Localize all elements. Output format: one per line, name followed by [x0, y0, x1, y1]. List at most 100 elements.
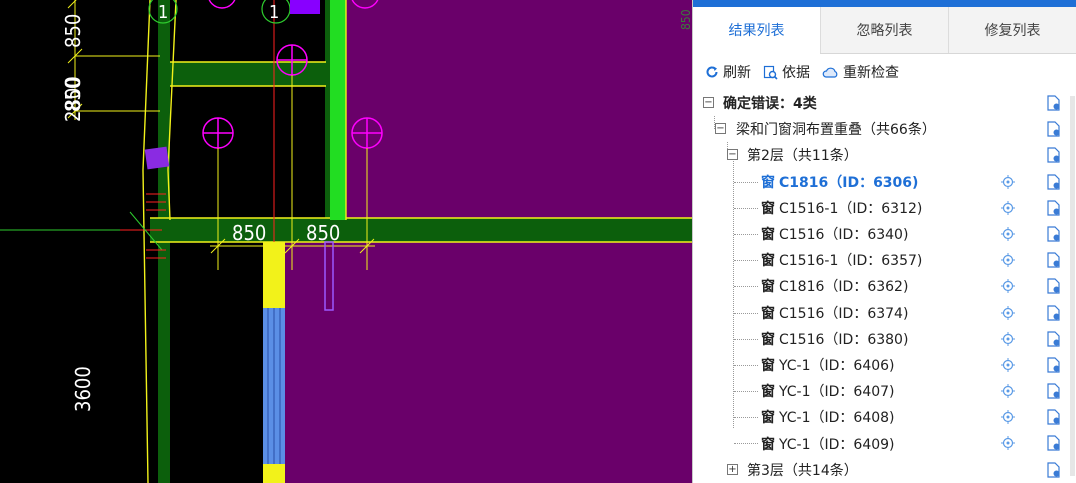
- tree-item-window[interactable]: 窗 C1516（ID：6374): [693, 300, 1076, 326]
- report-icon[interactable]: [1046, 278, 1061, 294]
- tree-root-label: 确定错误：4类: [723, 96, 817, 113]
- collapse-icon[interactable]: −: [727, 149, 738, 161]
- tree-item-text: YC-1（ID：6406): [779, 357, 895, 374]
- tree-item-window[interactable]: 窗 C1516（ID：6340): [693, 221, 1076, 247]
- tree-item-window[interactable]: 窗 C1516-1（ID：6357): [693, 247, 1076, 273]
- window-type-icon: 窗: [761, 174, 775, 191]
- tree-item-text: C1816（ID：6362): [779, 279, 909, 296]
- locate-crosshair-icon[interactable]: [1001, 384, 1015, 399]
- cloud-icon: [822, 67, 838, 78]
- report-icon[interactable]: [1046, 409, 1061, 425]
- report-icon[interactable]: [1046, 435, 1061, 452]
- recheck-button[interactable]: 重新检查: [822, 62, 899, 82]
- tab-repair-list[interactable]: 修复列表: [948, 7, 1076, 53]
- basis-button[interactable]: 依据: [763, 62, 810, 82]
- locate-crosshair-icon[interactable]: [1001, 410, 1015, 425]
- report-icon[interactable]: [1046, 357, 1061, 373]
- result-panel: 结果列表 忽略列表 修复列表 刷新 依据 重新检查 − 确定错误：4类 − 梁和…: [692, 0, 1076, 483]
- tree-item-text: C1516（ID：6380): [779, 331, 909, 348]
- small-column-purple: [144, 146, 170, 170]
- vertical-scrollbar[interactable]: [1070, 96, 1075, 476]
- axis-marker-label: 1: [158, 2, 168, 23]
- report-icon[interactable]: [1046, 304, 1061, 321]
- window-type-icon: 窗: [761, 357, 775, 374]
- tree-item-label: 窗 YC-1（ID：6406): [761, 355, 895, 375]
- refresh-button[interactable]: 刷新: [705, 62, 751, 82]
- axis-marker-label: 1: [269, 2, 279, 23]
- locate-crosshair-icon[interactable]: [1001, 253, 1015, 268]
- tab-ignore-list[interactable]: 忽略列表: [820, 7, 948, 53]
- document-search-icon: [763, 65, 778, 80]
- locate-crosshair-icon[interactable]: [1001, 305, 1015, 320]
- window-type-icon: 窗: [761, 436, 775, 453]
- tree-item-text: YC-1（ID：6409): [779, 436, 895, 453]
- report-icon[interactable]: [1046, 226, 1061, 242]
- tree-item-window[interactable]: 窗 YC-1（ID：6409): [693, 430, 1076, 456]
- tree-item-label: 窗 C1516（ID：6380): [761, 329, 908, 349]
- tree-node-root[interactable]: − 确定错误：4类: [693, 90, 1076, 116]
- window-frame-yellow-top: [263, 242, 285, 308]
- tree-item-window[interactable]: 窗 YC-1（ID：6407): [693, 378, 1076, 404]
- tree-item-label: 窗 YC-1（ID：6408): [761, 407, 895, 427]
- report-icon[interactable]: [1046, 331, 1061, 347]
- window-type-icon: 窗: [761, 200, 775, 217]
- collapse-icon[interactable]: −: [703, 97, 714, 108]
- dim-text-850-top: 850: [61, 14, 85, 48]
- locate-crosshair-icon[interactable]: [1001, 279, 1015, 294]
- report-icon[interactable]: [1046, 173, 1061, 190]
- locate-crosshair-icon[interactable]: [1001, 200, 1015, 215]
- dim-text-3600: 3600: [71, 366, 95, 412]
- tree-item-window[interactable]: 窗 YC-1（ID：6408): [693, 404, 1076, 430]
- tree-item-label: 窗 C1816（ID：6306): [761, 172, 918, 192]
- tree-node-floor3[interactable]: + 第3层（共14条）: [693, 457, 1076, 483]
- tree-item-label: 窗 C1516-1（ID：6312): [761, 198, 922, 218]
- window-type-icon: 窗: [761, 253, 775, 270]
- panel-toolbar: 刷新 依据 重新检查: [693, 54, 1076, 90]
- tree-floor2-label: 第2层（共11条）: [747, 148, 858, 165]
- tab-result-list[interactable]: 结果列表: [693, 7, 820, 54]
- locate-crosshair-icon[interactable]: [1001, 226, 1015, 241]
- report-icon[interactable]: [1046, 200, 1061, 216]
- tree-item-label: 窗 YC-1（ID：6409): [761, 434, 895, 454]
- tree-item-label: 窗 C1516（ID：6340): [761, 224, 908, 244]
- report-icon[interactable]: [1046, 95, 1061, 111]
- panel-title-bar: [693, 0, 1076, 7]
- window-type-icon: 窗: [761, 227, 775, 244]
- window-type-icon: 窗: [761, 384, 775, 401]
- tree-item-text: C1516-1（ID：6357): [779, 253, 923, 270]
- expand-icon[interactable]: +: [727, 463, 738, 475]
- tree-item-text: C1816（ID：6306): [779, 174, 919, 191]
- result-tree: − 确定错误：4类 − 梁和门窗洞布置重叠（共66条） − 第2层（共11条） …: [693, 90, 1076, 483]
- dim-text-850-right: 850: [306, 221, 340, 245]
- tree-item-window[interactable]: 窗 C1816（ID：6306): [693, 169, 1076, 195]
- report-icon[interactable]: [1046, 147, 1061, 163]
- tree-item-text: YC-1（ID：6407): [779, 384, 895, 401]
- report-icon[interactable]: [1046, 252, 1061, 268]
- tree-item-window[interactable]: 窗 C1816（ID：6362): [693, 273, 1076, 299]
- window-type-icon: 窗: [761, 305, 775, 322]
- report-icon[interactable]: [1046, 121, 1061, 137]
- window-frame-yellow-bottom: [263, 464, 285, 483]
- cad-drawing-canvas[interactable]: 850 1 1 850 850 2800 850 850 3600: [0, 0, 692, 483]
- tree-group-label: 梁和门窗洞布置重叠（共66条）: [736, 122, 936, 139]
- locate-crosshair-icon[interactable]: [1001, 331, 1015, 346]
- column-bright-green: [330, 0, 346, 220]
- tree-node-floor2[interactable]: − 第2层（共11条）: [693, 142, 1076, 168]
- tree-item-text: C1516（ID：6340): [779, 227, 909, 244]
- tree-item-window[interactable]: 窗 C1516（ID：6380): [693, 326, 1076, 352]
- edge-dim-fragment: 850: [679, 9, 692, 30]
- locate-crosshair-icon[interactable]: [1001, 174, 1015, 189]
- tree-floor3-label: 第3层（共14条）: [747, 462, 858, 479]
- tree-node-group[interactable]: − 梁和门窗洞布置重叠（共66条）: [693, 116, 1076, 142]
- report-icon[interactable]: [1046, 383, 1061, 399]
- locate-crosshair-icon[interactable]: [1001, 357, 1015, 372]
- tree-item-label: 窗 C1516-1（ID：6357): [761, 250, 922, 270]
- report-icon[interactable]: [1046, 462, 1061, 478]
- locate-crosshair-icon[interactable]: [1001, 436, 1015, 451]
- window-type-icon: 窗: [761, 410, 775, 427]
- tree-item-window[interactable]: 窗 C1516-1（ID：6312): [693, 195, 1076, 221]
- refresh-icon: [706, 66, 718, 78]
- tree-item-label: 窗 C1816（ID：6362): [761, 276, 908, 296]
- collapse-icon[interactable]: −: [715, 123, 726, 135]
- tree-item-window[interactable]: 窗 YC-1（ID：6406): [693, 352, 1076, 378]
